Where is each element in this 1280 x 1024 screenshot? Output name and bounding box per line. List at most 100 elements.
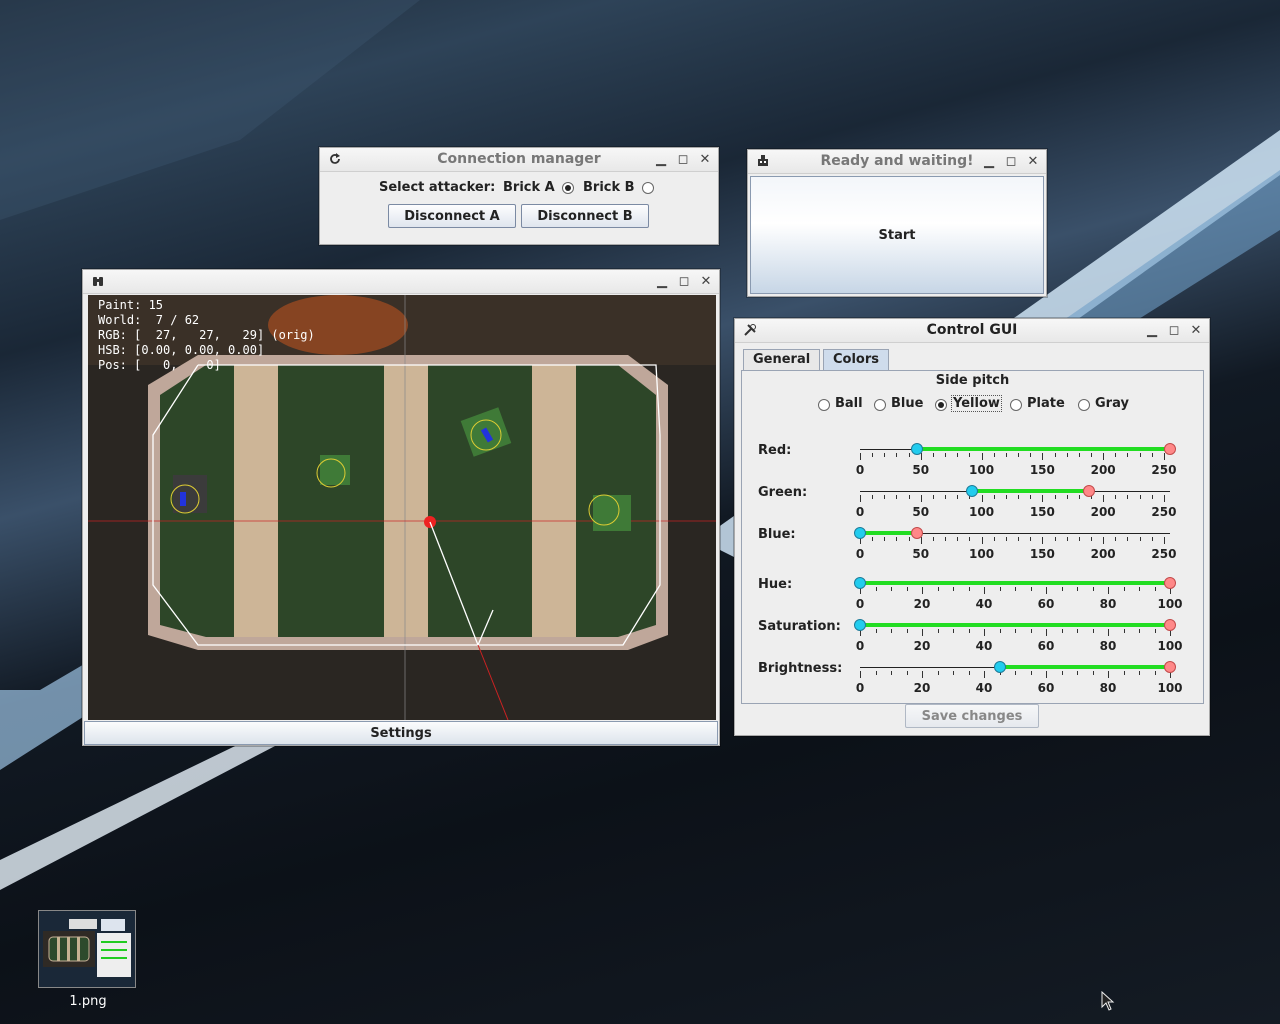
minimize-icon[interactable]: ▁ [980, 152, 998, 170]
slider-tick [1108, 587, 1109, 594]
minimize-icon[interactable]: ▁ [1143, 321, 1161, 339]
slider-low-handle[interactable] [854, 619, 866, 631]
slider-tick [872, 495, 874, 499]
vision-window-titlebar[interactable]: ▁ ◻ ✕ [83, 270, 719, 294]
slider-tick [932, 537, 934, 541]
slider-tick [1015, 671, 1016, 675]
minimize-icon[interactable]: ▁ [652, 150, 670, 168]
slider-tick [1090, 453, 1092, 457]
slider-tick [1066, 453, 1068, 457]
minimize-icon[interactable]: ▁ [653, 272, 671, 290]
slider-tick [1108, 629, 1109, 636]
slider-tick [1018, 453, 1020, 457]
slider-low-handle[interactable] [993, 661, 1006, 673]
slider-track[interactable]: 0 20 40 60 80 100 [854, 619, 1183, 653]
thumbnail-image [43, 919, 131, 977]
slider-row: Brightness: 0 20 40 60 80 100 [742, 651, 1212, 695]
gray-radio[interactable] [1078, 399, 1090, 411]
slider-range [860, 581, 1170, 585]
ready-window: Ready and waiting! ▁ ◻ ✕ Start [747, 149, 1047, 297]
slider-tick [1139, 629, 1140, 633]
slider-high-handle[interactable] [1164, 661, 1176, 673]
slider-tick [1030, 495, 1032, 499]
slider-row: Red: 0 50 100 150 200 250 [742, 433, 1212, 477]
slider-tick [1115, 453, 1117, 457]
control-gui-titlebar[interactable]: Control GUI ▁ ◻ ✕ [735, 319, 1209, 343]
close-icon[interactable]: ✕ [696, 150, 714, 168]
slider-tick [1078, 453, 1080, 457]
slider-tick [875, 629, 877, 633]
slider-tick [969, 537, 971, 541]
start-button[interactable]: Start [750, 176, 1044, 294]
disconnect-a-button[interactable]: Disconnect A [388, 204, 516, 228]
slider-tick [1005, 537, 1007, 541]
slider-tick [920, 453, 922, 460]
desktop-file-thumbnail[interactable] [38, 910, 136, 988]
maximize-icon[interactable]: ◻ [674, 150, 692, 168]
slider-tick [1042, 537, 1044, 544]
slider-tick [1115, 495, 1117, 499]
slider-tick [875, 587, 877, 591]
slider-tick [937, 587, 939, 591]
blue-radio[interactable] [874, 399, 886, 411]
slider-low-handle[interactable] [854, 577, 866, 589]
slider-tick [1151, 495, 1153, 499]
slider-tick-label: 60 [1037, 681, 1055, 695]
ready-window-titlebar[interactable]: Ready and waiting! ▁ ◻ ✕ [748, 150, 1046, 174]
yellow-label: Yellow [951, 395, 1002, 412]
slider-tick [906, 671, 908, 675]
yellow-radio[interactable] [935, 399, 947, 411]
slider-tick [1015, 587, 1016, 591]
slider-tick [1139, 453, 1141, 457]
slider-tick [957, 537, 959, 541]
brick-b-radio[interactable] [642, 182, 654, 194]
slider-label: Blue: [758, 527, 796, 542]
close-icon[interactable]: ✕ [1187, 321, 1205, 339]
control-gui-title: Control GUI [926, 322, 1018, 338]
slider-tick [945, 537, 947, 541]
slider-high-handle[interactable] [1164, 443, 1176, 455]
slider-track[interactable]: 0 20 40 60 80 100 [856, 661, 1183, 695]
ball-radio[interactable] [818, 399, 830, 411]
maximize-icon[interactable]: ◻ [675, 272, 693, 290]
slider-tick [1042, 453, 1044, 460]
slider-high-handle[interactable] [1164, 577, 1176, 589]
slider-tick [1061, 587, 1063, 591]
maximize-icon[interactable]: ◻ [1165, 321, 1183, 339]
close-icon[interactable]: ✕ [1024, 152, 1042, 170]
colors-panel: Side pitch Ball Blue Yellow Plate Gray R… [741, 370, 1204, 704]
slider-tick [1046, 587, 1047, 594]
slider-low-handle[interactable] [854, 527, 866, 539]
slider-tick [1046, 671, 1047, 678]
plate-radio[interactable] [1010, 399, 1022, 411]
slider-track[interactable]: 0 50 100 150 200 250 [856, 485, 1176, 519]
slider-tick [1123, 671, 1125, 675]
tab-general[interactable]: General [743, 349, 821, 371]
slider-track[interactable]: 0 50 100 150 200 250 [854, 527, 1176, 561]
slider-tick [908, 453, 910, 457]
slider-tick [1127, 537, 1129, 541]
save-changes-button[interactable]: Save changes [905, 704, 1039, 728]
slider-tick [968, 587, 970, 591]
slider-tick [993, 495, 995, 499]
settings-button[interactable]: Settings [84, 721, 718, 745]
slider-track[interactable]: 0 50 100 150 200 250 [856, 443, 1176, 477]
slider-tick [906, 587, 908, 591]
slider-tick-label: 50 [912, 547, 930, 561]
slider-range [999, 665, 1170, 669]
slider-tick-label: 100 [969, 547, 995, 561]
slider-tick [922, 629, 923, 636]
connection-manager-titlebar[interactable]: Connection manager ▁ ◻ ✕ [320, 148, 718, 172]
disconnect-b-button[interactable]: Disconnect B [521, 204, 649, 228]
slider-tick-label: 200 [1090, 547, 1116, 561]
close-icon[interactable]: ✕ [697, 272, 715, 290]
maximize-icon[interactable]: ◻ [1002, 152, 1020, 170]
tab-colors[interactable]: Colors [823, 349, 890, 371]
slider-tick [1005, 453, 1007, 457]
slider-tick [1030, 453, 1032, 457]
slider-high-handle[interactable] [1164, 619, 1176, 631]
slider-high-handle[interactable] [1082, 485, 1095, 497]
brick-a-radio[interactable] [562, 182, 574, 194]
slider-track[interactable]: 0 20 40 60 80 100 [854, 577, 1183, 611]
slider-low-handle[interactable] [965, 485, 978, 497]
